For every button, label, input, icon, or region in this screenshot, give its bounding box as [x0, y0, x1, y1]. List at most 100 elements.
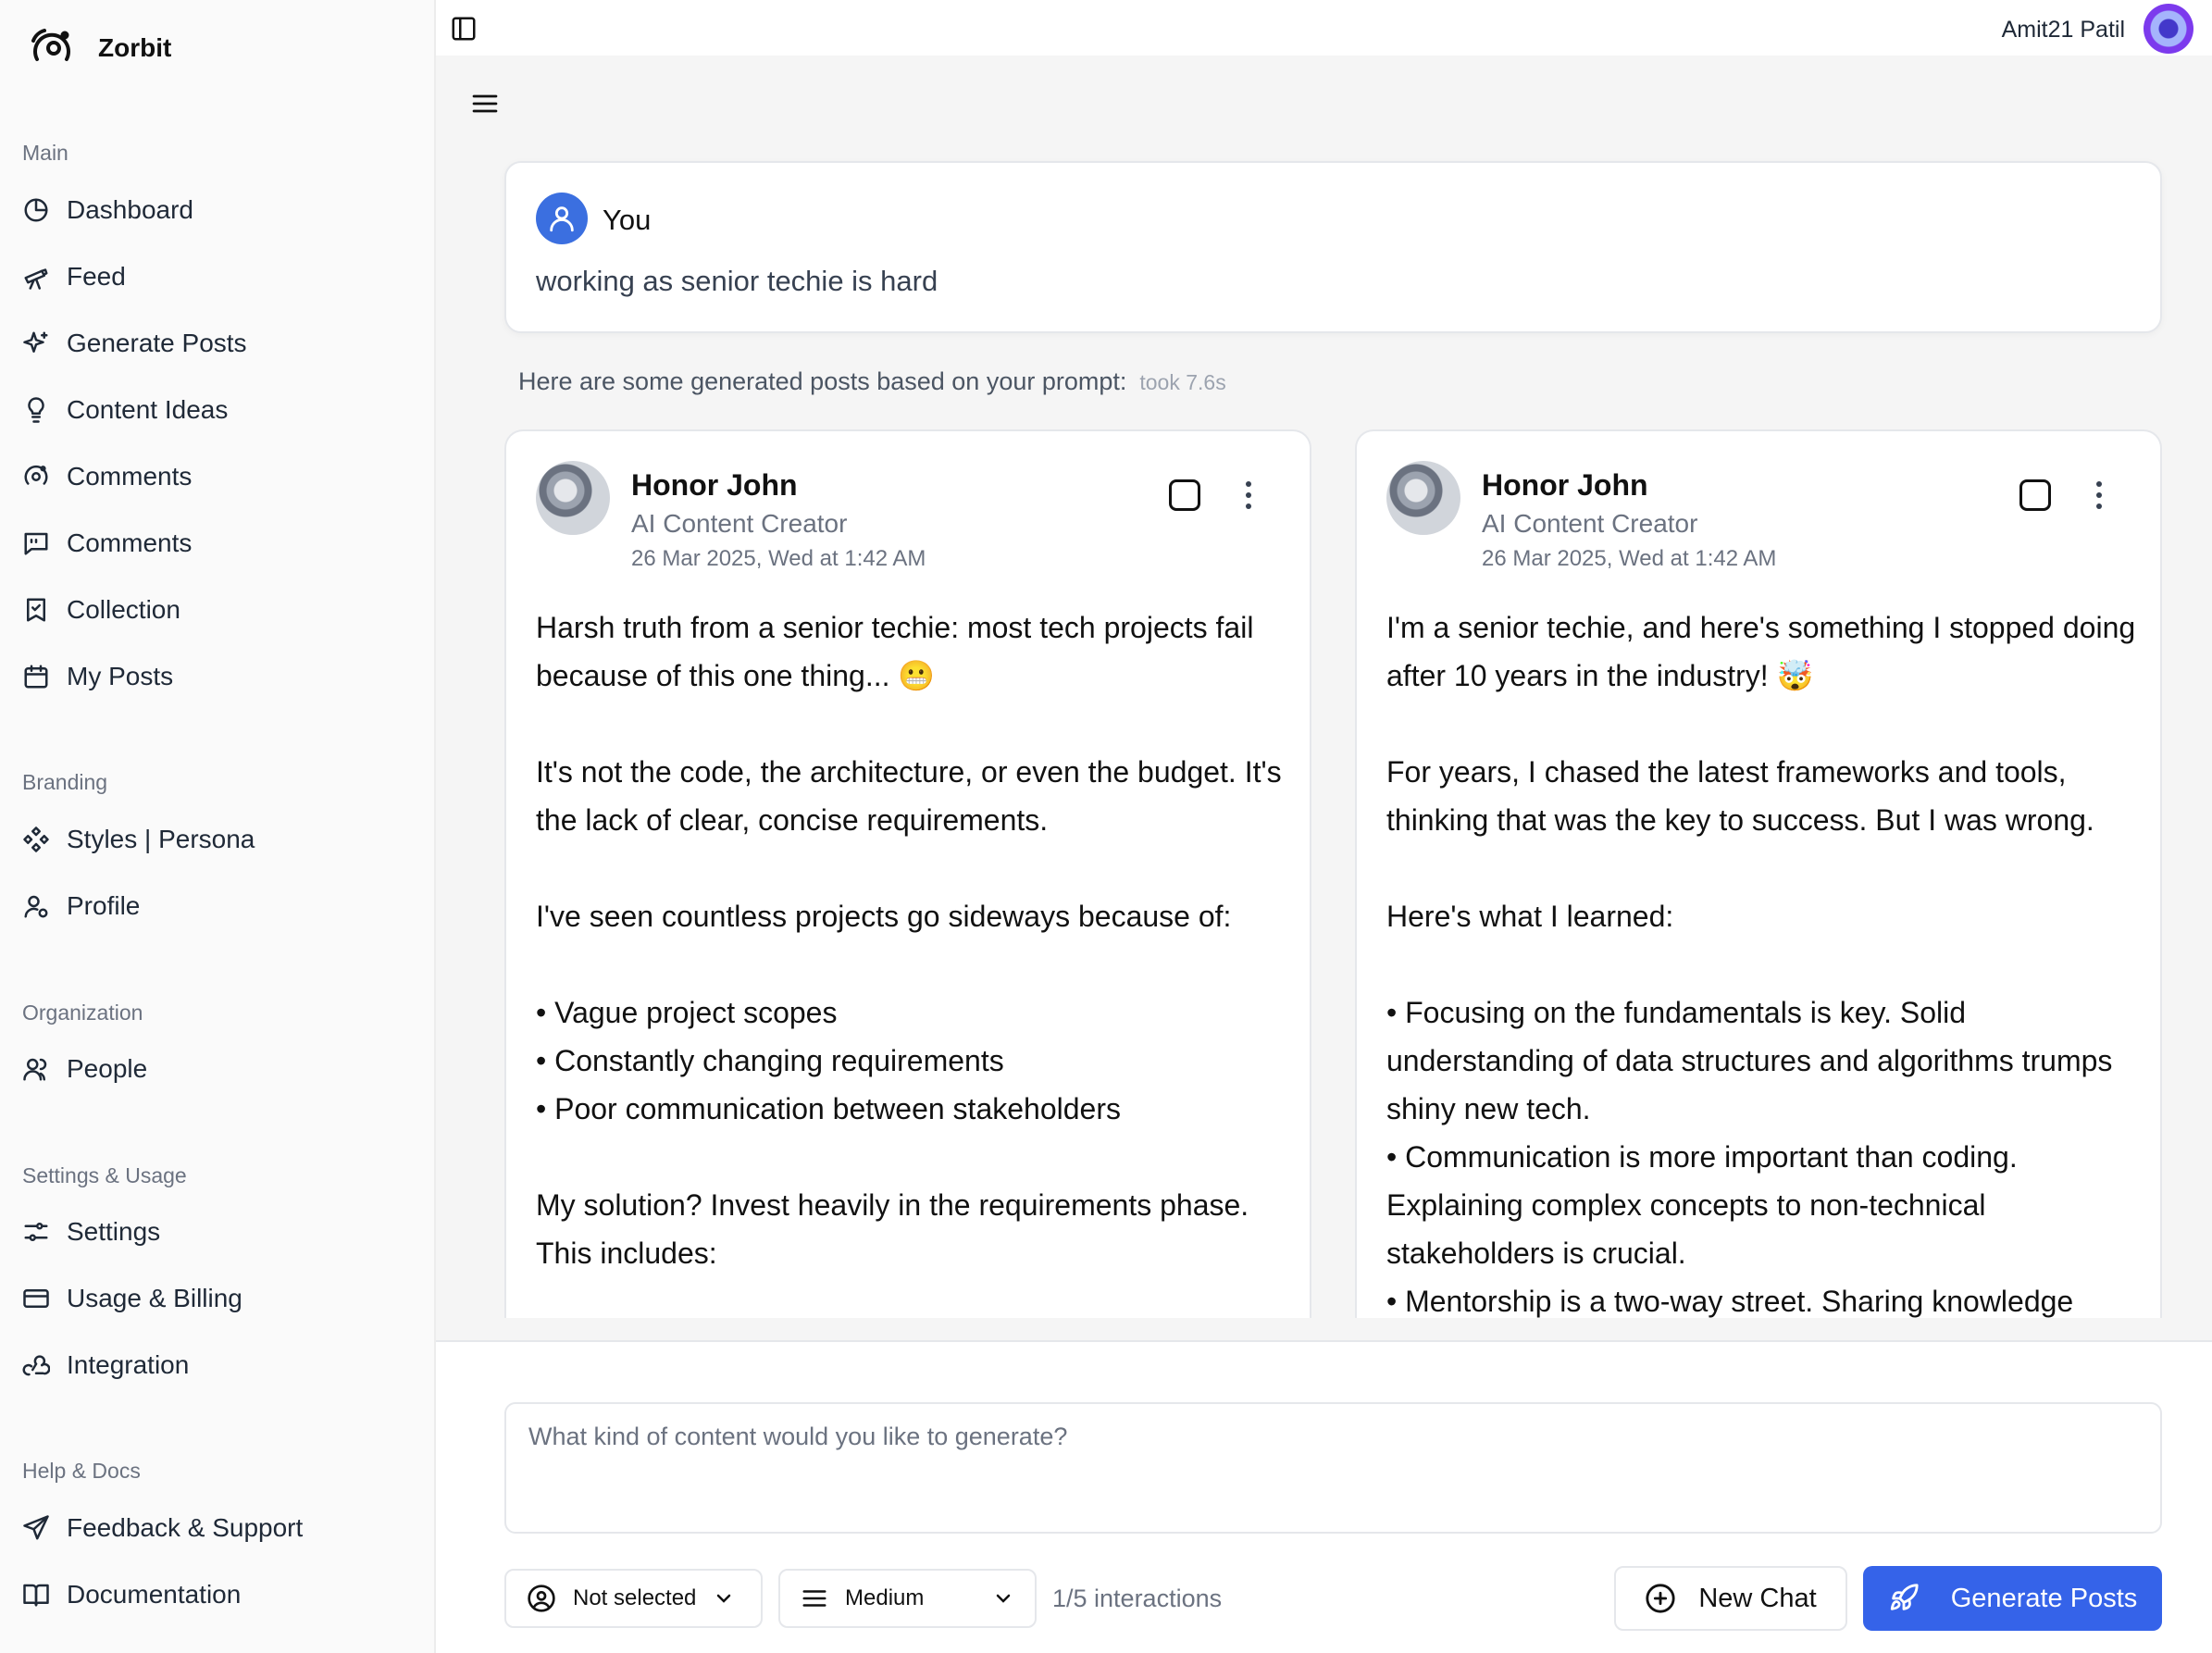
brand-name: Zorbit [98, 33, 172, 62]
persona-select-value: Not selected [573, 1585, 697, 1610]
sidebar-item-comments-orbit[interactable]: Comments [22, 454, 192, 499]
user-prompt-card: You working as senior techie is hard [504, 161, 2162, 333]
sidebar-item-usage-billing[interactable]: Usage & Billing [22, 1276, 242, 1321]
results-duration: took 7.6s [1139, 370, 1226, 394]
sidebar-item-label: Content Ideas [67, 395, 229, 424]
top-bar [436, 0, 2212, 56]
sidebar-item-label: Feedback & Support [67, 1513, 304, 1542]
post-date: 26 Mar 2025, Wed at 1:42 AM [631, 546, 926, 571]
length-select-value: Medium [845, 1585, 925, 1610]
sidebar-item-content-ideas[interactable]: Content Ideas [22, 388, 228, 432]
new-chat-button[interactable]: New Chat [1614, 1566, 1847, 1631]
results-intro: Here are some generated posts based on y… [518, 367, 1226, 396]
sidebar-item-settings[interactable]: Settings [22, 1210, 160, 1254]
orbit-icon [24, 466, 48, 485]
post-body: I'm a senior techie, and here's somethin… [1386, 611, 2136, 1318]
section-label-organization: Organization [22, 1000, 143, 1025]
sidebar-item-label: People [67, 1054, 148, 1083]
post-date: 26 Mar 2025, Wed at 1:42 AM [1482, 546, 1777, 571]
sidebar-item-label: Usage & Billing [67, 1284, 242, 1312]
results-intro-text: Here are some generated posts based on y… [518, 367, 1127, 395]
webhook-icon [22, 1355, 50, 1376]
sidebar-item-label: Comments [67, 462, 193, 491]
sidebar-item-label: Generate Posts [67, 329, 247, 357]
sidebar-item-people[interactable]: People [22, 1047, 147, 1091]
more-vertical-icon[interactable] [1239, 479, 1258, 511]
sidebar-item-my-posts[interactable]: My Posts [22, 654, 173, 699]
post-author-role: AI Content Creator [631, 509, 848, 538]
lightbulb-icon [28, 397, 44, 423]
user-prompt-text: working as senior techie is hard [536, 265, 938, 297]
generated-post-card: Honor John AI Content Creator 26 Mar 202… [1355, 429, 2162, 1318]
post-body: Harsh truth from a senior techie: most t… [536, 611, 1282, 1270]
post-author-avatar [1386, 461, 1460, 535]
send-icon [23, 1515, 49, 1540]
section-label-help-docs: Help & Docs [22, 1459, 141, 1483]
sidebar-item-integration[interactable]: Integration [22, 1343, 189, 1387]
post-select-checkbox[interactable] [1169, 479, 1200, 511]
generate-posts-label: Generate Posts [1950, 1583, 2138, 1613]
book-open-icon [23, 1584, 49, 1607]
sparkles-icon [23, 331, 48, 353]
post-author-role: AI Content Creator [1482, 509, 1698, 538]
length-select[interactable]: Medium [778, 1569, 1037, 1628]
user-avatar[interactable] [2144, 4, 2193, 54]
persona-select[interactable]: Not selected [504, 1569, 763, 1628]
user-prompt-author: You [603, 204, 652, 236]
sidebar-item-documentation[interactable]: Documentation [22, 1572, 241, 1617]
telescope-icon [24, 268, 48, 290]
chevron-down-icon [996, 1594, 1011, 1603]
sidebar: Zorbit Main Dashboard Feed Generate Post… [0, 0, 436, 1653]
sidebar-item-label: Collection [67, 595, 180, 624]
sidebar-item-profile[interactable]: Profile [22, 884, 140, 928]
credit-card-icon [23, 1289, 49, 1308]
user-prompt-avatar [536, 193, 588, 244]
sidebar-item-label: Documentation [67, 1580, 242, 1609]
sidebar-item-label: Comments [67, 528, 193, 557]
section-label-settings-usage: Settings & Usage [22, 1163, 187, 1187]
post-author-name: Honor John [631, 468, 798, 502]
sidebar-item-dashboard[interactable]: Dashboard [22, 188, 193, 232]
sidebar-item-generate-posts[interactable]: Generate Posts [22, 321, 247, 366]
user-circle-icon [528, 1585, 555, 1612]
sidebar-item-feed[interactable]: Feed [22, 255, 126, 299]
plus-circle-icon [1646, 1584, 1675, 1613]
new-chat-label: New Chat [1698, 1583, 1817, 1613]
pie-chart-icon [24, 198, 48, 222]
sidebar-item-label: Profile [67, 891, 141, 920]
sidebar-item-label: Settings [67, 1217, 161, 1246]
post-author-avatar [536, 461, 610, 535]
component-icon [23, 826, 49, 852]
calendar-icon [24, 665, 48, 689]
sidebar-item-styles-persona[interactable]: Styles | Persona [22, 817, 255, 862]
sidebar-item-label: Dashboard [67, 195, 193, 224]
prompt-input[interactable] [504, 1402, 2162, 1534]
brand[interactable]: Zorbit [28, 24, 171, 72]
user-name: Amit21 Patil [2001, 17, 2125, 43]
message-square-icon [24, 532, 48, 555]
sidebar-item-label: Styles | Persona [67, 825, 255, 853]
users-icon [23, 1058, 47, 1081]
section-label-branding: Branding [22, 770, 108, 794]
section-label-main: Main [22, 141, 68, 165]
sidebar-item-label: Feed [67, 262, 126, 291]
interactions-counter: 1/5 interactions [1052, 1585, 1223, 1612]
menu-icon[interactable] [470, 91, 500, 117]
chevron-down-icon [717, 1594, 731, 1603]
post-author-name: Honor John [1482, 468, 1648, 502]
generate-posts-button[interactable]: Generate Posts [1863, 1566, 2162, 1631]
rocket-icon [1890, 1584, 1919, 1610]
post-select-checkbox[interactable] [2019, 479, 2051, 511]
bookmark-check-icon [27, 598, 45, 622]
zorbit-logo-icon [31, 29, 70, 61]
sliders-icon [24, 1223, 48, 1241]
sidebar-item-label: Integration [67, 1350, 190, 1379]
sidebar-item-collection[interactable]: Collection [22, 588, 180, 632]
align-justify-icon [802, 1590, 826, 1607]
user-icon [550, 206, 574, 232]
sidebar-toggle-icon[interactable] [450, 15, 478, 43]
sidebar-item-feedback-support[interactable]: Feedback & Support [22, 1506, 303, 1550]
user-cog-icon [24, 895, 48, 918]
sidebar-item-comments-messages[interactable]: Comments [22, 521, 192, 566]
more-vertical-icon[interactable] [2090, 479, 2108, 511]
